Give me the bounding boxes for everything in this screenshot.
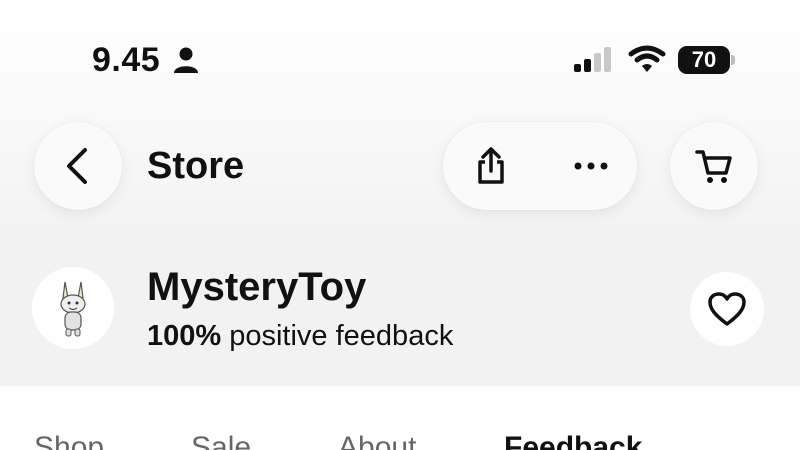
battery-cap bbox=[731, 55, 735, 65]
actions-pill bbox=[443, 122, 637, 210]
tab-about[interactable]: About bbox=[338, 430, 416, 450]
status-bar: 9.45 70 bbox=[0, 0, 800, 100]
page-title: Store bbox=[147, 145, 245, 187]
store-screen: 9.45 70 Store MysteryToy 100% positive f… bbox=[0, 0, 800, 450]
back-arrow-icon bbox=[67, 148, 87, 184]
battery-icon: 70 bbox=[678, 46, 730, 74]
tab-sale[interactable]: Sale bbox=[191, 430, 251, 450]
heart-icon bbox=[708, 292, 746, 326]
more-options-button[interactable] bbox=[563, 138, 619, 194]
toy-figure-image bbox=[60, 281, 86, 337]
feedback-text: positive feedback bbox=[229, 320, 454, 352]
feedback-summary: 100% positive feedback bbox=[147, 319, 453, 353]
back-button[interactable] bbox=[34, 122, 122, 210]
wifi-icon bbox=[628, 45, 666, 72]
feedback-percent: 100% bbox=[147, 320, 222, 352]
store-avatar[interactable] bbox=[32, 267, 114, 349]
tab-shop[interactable]: Shop bbox=[34, 430, 104, 450]
store-name: MysteryToy bbox=[147, 265, 367, 309]
signal-icon bbox=[574, 47, 611, 72]
cart-icon bbox=[695, 150, 732, 183]
battery-level: 70 bbox=[691, 47, 717, 72]
store-info: MysteryToy 100% positive feedback bbox=[0, 230, 800, 386]
person-icon bbox=[174, 47, 198, 73]
status-time: 9.45 bbox=[92, 41, 161, 79]
favorite-store-button[interactable] bbox=[690, 272, 764, 346]
top-navigation: Store bbox=[0, 100, 800, 230]
tab-feedback[interactable]: Feedback bbox=[504, 430, 642, 450]
store-tabs: Shop Sale About Feedback bbox=[0, 386, 800, 450]
share-icon bbox=[478, 147, 504, 184]
cart-button[interactable] bbox=[670, 122, 758, 210]
share-button[interactable] bbox=[463, 138, 519, 194]
more-icon bbox=[574, 162, 608, 170]
